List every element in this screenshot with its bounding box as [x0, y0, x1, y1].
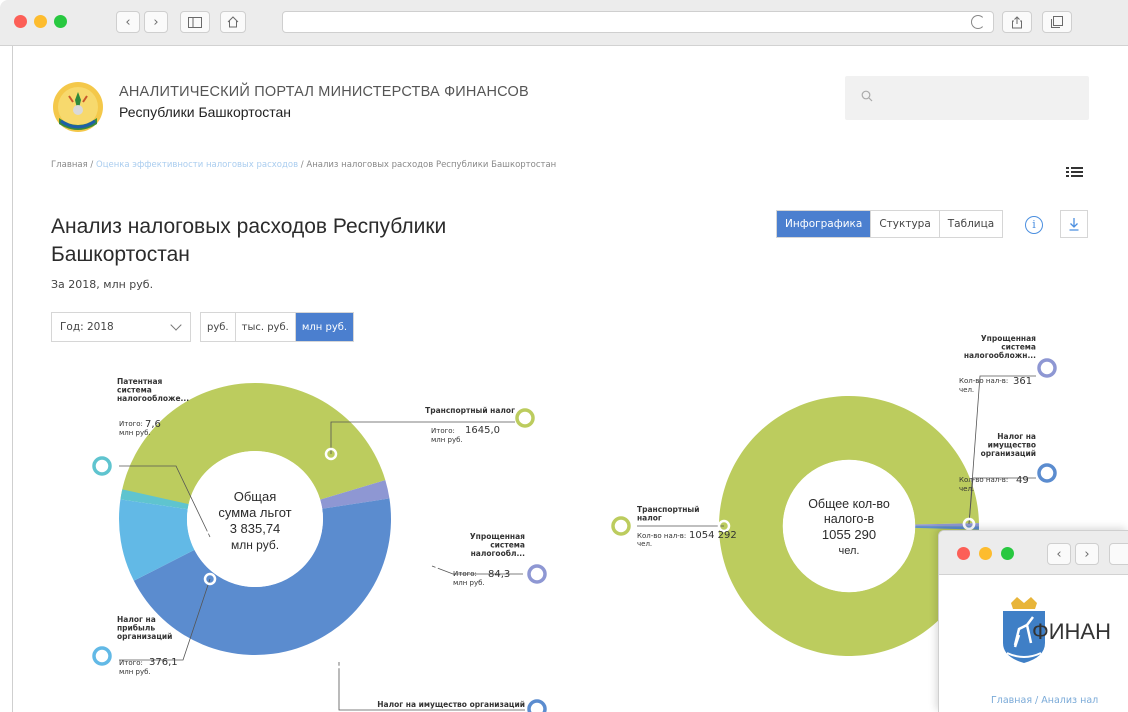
donut1-legend-ring: [527, 564, 547, 584]
donut1-center-unit: млн руб.: [231, 538, 279, 552]
donut1-legend-ring: [92, 456, 112, 476]
tabs-icon: [1051, 16, 1063, 28]
minimize-window-button[interactable]: [34, 15, 47, 28]
second-window-title: ФИНАН: [1032, 619, 1111, 644]
donut2-label-unit: чел.: [959, 386, 974, 394]
donut1-label-name: Налог на имущество организаций: [377, 700, 525, 709]
second-minimize-button[interactable]: [979, 547, 992, 560]
second-sidebar-button[interactable]: [1109, 543, 1128, 565]
second-back-button[interactable]: ‹: [1047, 543, 1071, 565]
second-browser-window: ‹ › ФИНАН Главная / Анализ нал: [938, 530, 1128, 712]
donut1-legend-ring: [515, 408, 535, 428]
donut2-label-unit: чел.: [637, 540, 652, 548]
second-close-button[interactable]: [957, 547, 970, 560]
donut2-label-total: Кол-во нал-в:: [637, 532, 686, 540]
donut2-label-value: 49: [1016, 475, 1029, 486]
donut2-center-unit: чел.: [839, 545, 860, 557]
home-icon: [227, 16, 239, 28]
second-window-toolbar: ‹ ›: [939, 531, 1128, 575]
donut1-label-name: налогообл...: [471, 549, 526, 558]
donut2-label-name: налог: [637, 514, 662, 523]
donut2-label-value: 1054 292: [689, 530, 737, 541]
sidebar-icon: [188, 16, 202, 28]
forward-button[interactable]: ›: [144, 11, 168, 33]
donut2-legend-ring: [611, 516, 631, 536]
donut1-label-unit: млн руб.: [431, 436, 463, 444]
donut2-center-line1: Общее кол-во: [808, 497, 890, 511]
donut2-label-value: 361: [1013, 376, 1032, 387]
tabs-button[interactable]: [1042, 11, 1072, 33]
share-button[interactable]: [1002, 11, 1032, 33]
donut2-center-line2: налого-в: [824, 512, 875, 526]
donut2-legend-ring: [1037, 463, 1057, 483]
donut1-label-value: 1645,0: [465, 425, 500, 436]
donut2-label-total: Кол-во нал-в:: [959, 476, 1008, 484]
donut1-center-line2: сумма льгот: [218, 505, 291, 520]
second-window-breadcrumb[interactable]: Главная / Анализ нал: [991, 695, 1098, 706]
back-button[interactable]: ‹: [116, 11, 140, 33]
donut2-label-unit: чел.: [959, 485, 974, 493]
donut2-label-total: Кол-во нал-в:: [959, 377, 1008, 385]
donut1-label-total: Итого:: [119, 659, 143, 667]
donut2-center: [783, 460, 915, 592]
donut2-legend-ring: [1037, 358, 1057, 378]
donut1-label-name: Транспортный налог: [425, 406, 515, 415]
donut1-label-value: 376,1: [149, 657, 178, 668]
home-button[interactable]: [220, 11, 246, 33]
second-forward-button[interactable]: ›: [1075, 543, 1099, 565]
donut1-label-name: организаций: [117, 632, 172, 641]
donut2-center-value: 1055 290: [822, 527, 876, 542]
donut1-label-unit: млн руб.: [119, 668, 151, 676]
browser-toolbar: ‹ ›: [0, 0, 1128, 46]
donut1-label-total: Итого:: [453, 570, 477, 578]
donut1-label-total: Итого:: [431, 427, 455, 435]
donut1-label-total: Итого:: [119, 420, 143, 428]
donut1-legend-ring: [527, 699, 547, 712]
donut1-label-unit: млн руб.: [453, 579, 485, 587]
donut1-label-name: налогообложе...: [117, 394, 189, 403]
donut1-center-line1: Общая: [234, 489, 277, 504]
share-icon: [1012, 15, 1022, 28]
donut1-label-value: 84,3: [488, 569, 510, 580]
reload-icon[interactable]: [971, 15, 985, 29]
zoom-window-button[interactable]: [54, 15, 67, 28]
close-window-button[interactable]: [14, 15, 27, 28]
donut1-center-value: 3 835,74: [230, 521, 281, 536]
donut2-label-name: налогообложн...: [964, 351, 1036, 360]
second-zoom-button[interactable]: [1001, 547, 1014, 560]
donut2-label-name: организаций: [981, 449, 1036, 458]
donut1-label-unit: млн руб.: [119, 429, 151, 437]
address-bar[interactable]: [282, 11, 994, 33]
sidebar-toggle-button[interactable]: [180, 11, 210, 33]
donut1-legend-ring: [92, 646, 112, 666]
